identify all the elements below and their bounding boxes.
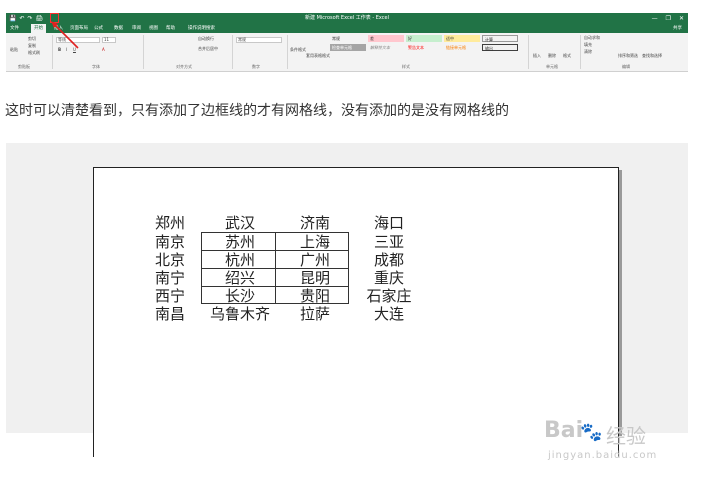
conditional-format-button[interactable]: 条件格式 [290, 47, 306, 53]
tab-help[interactable]: 帮助 [166, 24, 175, 33]
cell-r1-c1: 郑州 [154, 214, 185, 232]
paste-button[interactable]: 粘贴 [10, 47, 18, 53]
cell-r3-c3: 广州 [299, 251, 330, 269]
copy-button[interactable]: 复制 [28, 43, 36, 49]
cell-r5-c2: 长沙 [224, 287, 255, 305]
style-good[interactable]: 好 [406, 35, 442, 42]
insert-cells-button[interactable]: 插入 [533, 53, 541, 59]
cells-group-label: 单元格 [546, 64, 558, 69]
group-separator [287, 35, 288, 69]
share-button[interactable]: 共享 [673, 24, 682, 33]
tab-home[interactable]: 开始 [31, 24, 46, 33]
cell-r2-c3: 上海 [299, 233, 330, 251]
minimize-icon[interactable]: — [652, 14, 658, 23]
format-painter-button[interactable]: 格式刷 [28, 50, 40, 56]
autosum-button[interactable]: 自动求和 [584, 35, 600, 41]
cell-r4-c2: 绍兴 [224, 269, 255, 287]
cell-r2-c1: 南京 [154, 233, 185, 251]
style-bad[interactable]: 差 [368, 35, 404, 42]
table-format-button[interactable]: 套用表格格式 [306, 53, 330, 59]
cell-r3-c4: 成都 [373, 251, 404, 269]
cell-r1-c2: 武汉 [224, 214, 255, 232]
cell-r4-c3: 昆明 [299, 269, 330, 287]
editing-group-label: 编辑 [622, 64, 630, 69]
grid-line [275, 232, 276, 304]
instruction-text: 这时可以清楚看到，只有添加了边框线的才有网格线，没有添加的是没有网格线的 [5, 103, 509, 119]
tell-me-search[interactable]: 操作说明搜索 [188, 24, 215, 33]
ribbon-tabs: 文件 开始 插入 页面布局 公式 数据 审阅 视图 帮助 操作说明搜索 共享 [6, 24, 688, 33]
wrap-text-button[interactable]: 自动换行 [198, 36, 214, 42]
find-select-button[interactable]: 查找和选择 [642, 53, 662, 59]
cell-r1-c4: 海口 [373, 214, 404, 232]
style-neutral[interactable]: 适中 [444, 35, 480, 42]
sort-filter-button[interactable]: 排序和筛选 [618, 53, 638, 59]
style-output[interactable]: 输出 [482, 44, 518, 51]
window-controls: — ❐ ✕ [652, 14, 684, 23]
restore-icon[interactable]: ❐ [666, 14, 671, 23]
tab-formulas[interactable]: 公式 [94, 24, 103, 33]
font-color-button[interactable]: A [102, 47, 105, 53]
watermark-text: 经验 [606, 424, 646, 448]
group-separator [580, 35, 581, 69]
tab-file[interactable]: 文件 [10, 24, 19, 33]
clipboard-group-label: 剪贴板 [18, 64, 30, 69]
styles-group-label: 样式 [402, 64, 410, 69]
cell-r2-c4: 三亚 [373, 233, 404, 251]
cell-r3-c1: 北京 [154, 251, 185, 269]
group-separator [143, 35, 144, 69]
cell-r6-c1: 南昌 [154, 305, 185, 323]
group-separator [528, 35, 529, 69]
cell-r6-c4: 大连 [373, 305, 404, 323]
tab-data[interactable]: 数据 [114, 24, 123, 33]
group-separator [232, 35, 233, 69]
baidu-jingyan-watermark: Bai 🐾 经验 jingyan.baidu.com [520, 418, 700, 468]
cell-r4-c4: 重庆 [373, 269, 404, 287]
cut-button[interactable]: 剪切 [28, 36, 36, 42]
style-linked-cell[interactable]: 链接单元格 [444, 44, 480, 51]
font-size-box[interactable]: 11 [102, 37, 116, 43]
cell-r1-c3: 济南 [299, 214, 330, 232]
tab-review[interactable]: 审阅 [132, 24, 141, 33]
paw-icon: 🐾 [580, 422, 603, 443]
font-size-value: 11 [104, 37, 110, 42]
format-cells-button[interactable]: 格式 [563, 53, 571, 59]
fill-button[interactable]: 填充 [584, 42, 592, 48]
cell-r5-c3: 贵阳 [299, 287, 330, 305]
cell-r5-c4: 石家庄 [366, 287, 412, 305]
cell-r5-c1: 西宁 [154, 287, 185, 305]
ribbon-commands: 粘贴 剪切 复制 格式刷 剪贴板 等线 11 B I U A 字体 自动换行 合… [6, 33, 688, 72]
excel-ribbon-screenshot: 💾 ↶ ↷ 🖨 新建 Microsoft Excel 工作表 - Excel —… [6, 13, 688, 72]
cell-r3-c2: 杭州 [224, 251, 255, 269]
cell-r2-c2: 苏州 [224, 233, 255, 251]
close-icon[interactable]: ✕ [679, 14, 684, 23]
cell-r6-c3: 拉萨 [299, 305, 330, 323]
number-format-box[interactable]: 常规 [236, 37, 282, 43]
style-warning[interactable]: 警告文本 [406, 44, 442, 51]
font-group-label: 字体 [92, 64, 100, 69]
paper-shadow [619, 170, 622, 436]
cell-r6-c2: 乌鲁木齐 [209, 305, 270, 323]
watermark-logo: Bai [544, 418, 584, 443]
number-format-value: 常规 [238, 37, 246, 42]
number-group-label: 数字 [252, 64, 260, 69]
style-check-cell[interactable]: 检查单元格 [330, 44, 366, 51]
window-title: 新建 Microsoft Excel 工作表 - Excel [305, 15, 389, 21]
merge-center-button[interactable]: 合并后居中 [198, 46, 218, 52]
red-arrow-annotation [51, 21, 79, 49]
tab-view[interactable]: 视图 [149, 24, 158, 33]
clear-button[interactable]: 清除 [584, 49, 592, 55]
delete-cells-button[interactable]: 删除 [548, 53, 556, 59]
style-explanatory[interactable]: 解释性文本 [368, 44, 404, 51]
style-normal[interactable]: 常规 [330, 35, 366, 42]
watermark-url: jingyan.baidu.com [548, 450, 658, 461]
cell-r4-c1: 南宁 [154, 269, 185, 287]
alignment-group-label: 对齐方式 [176, 64, 192, 69]
style-calculation[interactable]: 计算 [482, 35, 518, 42]
excel-title-bar: 💾 ↶ ↷ 🖨 新建 Microsoft Excel 工作表 - Excel —… [6, 13, 688, 24]
